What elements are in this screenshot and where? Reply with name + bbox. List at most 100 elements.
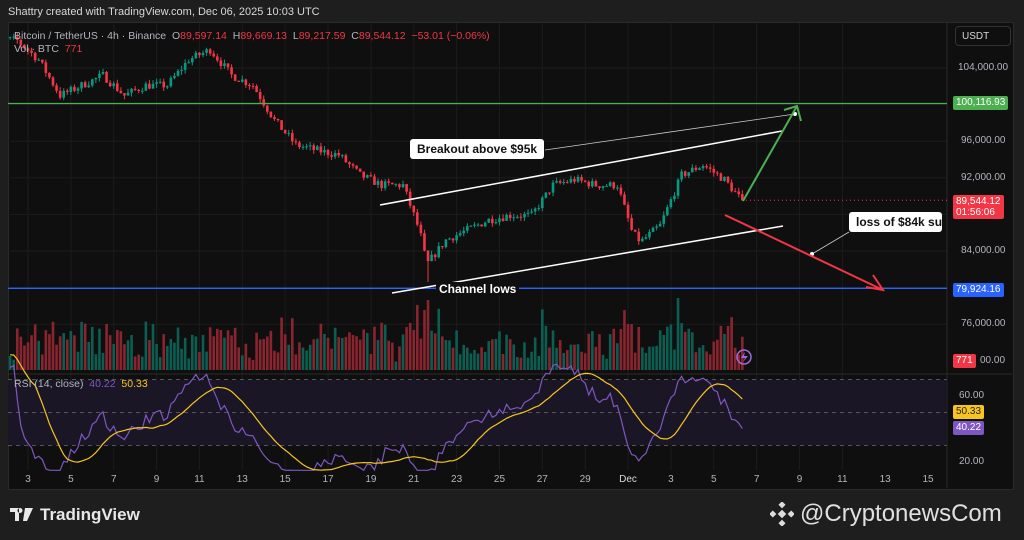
candle-body: [398, 184, 401, 188]
volume-bar: [73, 335, 76, 370]
candle-body: [530, 211, 533, 213]
candle-body: [491, 218, 494, 224]
open-label: O: [171, 30, 181, 42]
candle-body: [469, 225, 473, 227]
volume-bar: [333, 327, 337, 370]
rsi-band: [8, 379, 947, 446]
candle-body: [237, 80, 241, 82]
candle-body: [455, 235, 458, 241]
volume-bar: [187, 358, 191, 370]
volume-bar: [294, 354, 298, 370]
volume-bar: [383, 324, 387, 370]
candle-body: [373, 176, 376, 185]
loss-annotation[interactable]: loss of $84k sup: [849, 212, 942, 232]
tradingview-logo-icon: [10, 508, 33, 521]
candle-body: [587, 181, 591, 187]
price-tick: 104,000.00: [958, 62, 1009, 73]
candle-body: [658, 223, 662, 227]
candle-body: [537, 208, 541, 210]
volume-bar: [337, 337, 341, 370]
candle-body: [105, 71, 108, 83]
candle-body: [230, 67, 233, 75]
candle-body: [419, 224, 423, 234]
candle-body: [80, 82, 83, 89]
volume-bar: [180, 348, 183, 370]
volume-bar: [630, 323, 633, 370]
candle-body: [305, 146, 308, 148]
candle-body: [426, 250, 430, 262]
candle-body: [523, 213, 526, 218]
candle-body: [273, 117, 276, 119]
candle-body: [48, 72, 51, 78]
volume-bar: [501, 353, 505, 370]
volume-bar: [133, 356, 137, 370]
candle-body: [541, 197, 544, 209]
candle-body: [69, 86, 73, 92]
date-tick: 23: [451, 474, 463, 485]
volume-bar: [673, 349, 676, 370]
volume-bar: [441, 336, 444, 370]
candle-body: [294, 141, 298, 143]
candle-body: [580, 176, 583, 181]
rsi-label[interactable]: RSI (14, close): [14, 378, 83, 390]
volume-bar: [326, 337, 330, 370]
volume-bar: [312, 339, 316, 370]
volume-bar: [276, 352, 280, 370]
candle-body: [44, 62, 48, 73]
volume-bar: [69, 330, 73, 370]
candle-body: [190, 58, 194, 63]
candle-body: [708, 167, 712, 169]
volume-bar: [301, 347, 305, 370]
candle-body: [155, 82, 158, 84]
volume-bar: [269, 330, 273, 370]
volume-bar: [258, 339, 262, 370]
tradingview-logo[interactable]: TradingView: [10, 505, 140, 525]
volume-bar: [651, 346, 655, 370]
candle-body: [112, 83, 116, 87]
candle-body: [248, 85, 251, 87]
symbol-name[interactable]: Bitcoin / TetherUS · 4h · Binance: [14, 30, 166, 42]
channel-lows-label[interactable]: Channel lows: [436, 282, 520, 296]
volume-bar: [233, 327, 237, 370]
date-tick: 15: [279, 474, 291, 485]
volume-bar: [687, 328, 691, 370]
candle-body: [498, 218, 501, 223]
candle-body: [644, 237, 648, 239]
volume-bar: [708, 354, 712, 370]
volume-bar: [648, 346, 651, 370]
volume-bar: [148, 340, 151, 370]
volume-bar: [58, 336, 62, 370]
rsi-ma-tag: 50.33: [953, 405, 985, 419]
currency-button[interactable]: USDT: [955, 26, 1011, 46]
volume-bar: [483, 351, 487, 370]
candle-body: [355, 165, 358, 169]
volume-bar: [512, 344, 516, 370]
rsi-tick: 20.00: [959, 456, 985, 467]
volume-bar: [355, 336, 358, 370]
volume-bar: [487, 341, 491, 370]
date-tick: 3: [668, 474, 674, 485]
candle-body: [737, 191, 741, 195]
volume-bar: [362, 329, 366, 370]
candle-body: [719, 173, 723, 181]
volume-bar: [394, 361, 398, 370]
volume-bar: [469, 353, 473, 370]
support-price-tag: 79,924.16: [953, 283, 1004, 297]
volume-bar: [212, 336, 216, 370]
volume-bar: [412, 330, 416, 370]
candle-body: [319, 146, 323, 153]
candle-body: [473, 224, 476, 226]
candle-body: [687, 172, 691, 176]
volume-bar: [65, 339, 69, 370]
candle-body: [115, 83, 119, 91]
volume-tag: 771: [953, 354, 976, 368]
breakout-annotation[interactable]: Breakout above $95k: [410, 139, 545, 159]
volume-bar: [8, 355, 12, 370]
volume-bar: [237, 347, 241, 370]
volume-bar: [641, 347, 644, 370]
volume-label: Vol · BTC: [14, 43, 59, 55]
price-chart[interactable]: [0, 0, 1024, 540]
rsi-value-tag: 40.22: [953, 421, 985, 435]
volume-bar: [198, 352, 201, 370]
volume-bar: [601, 354, 605, 370]
